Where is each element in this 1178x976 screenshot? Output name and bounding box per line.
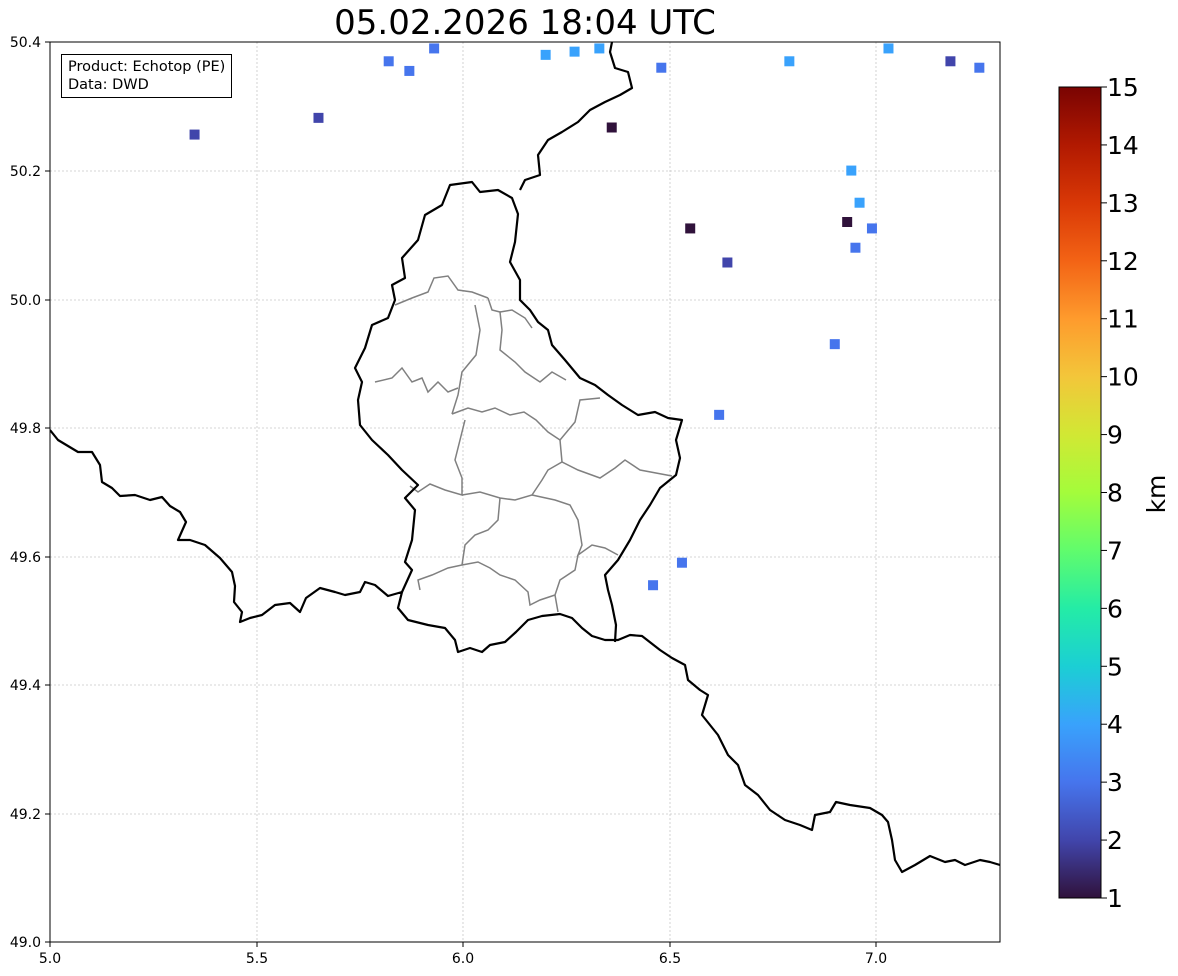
echotop-cell [866,223,877,234]
colorbar-gradient [1058,86,1102,899]
echotop-cell [676,557,687,568]
echotop-cell [569,46,580,57]
echotop-cell [714,409,725,420]
echotop-cell [313,112,324,123]
radar-map: 5.0 5.5 6.0 6.5 7.0 49.0 49.2 49.4 49.6 … [10,35,1171,967]
product-label: Product: Echotop (PE) [68,59,226,75]
y-tick-label: 49.2 [10,807,41,823]
colorbar-unit-label: km [1142,475,1171,514]
x-tick-label: 5.0 [39,951,61,967]
national-borders [50,42,1000,874]
colorbar-tick-label: 15 [1107,73,1139,102]
colorbar-tick-label: 12 [1107,247,1139,276]
luxembourg-canton-borders [374,275,673,613]
colorbar-tick-label: 4 [1107,710,1123,739]
x-tick-label: 6.5 [659,951,681,967]
echotop-cell [784,56,795,67]
colorbar-tick-label: 5 [1107,652,1123,681]
echotop-cell [854,197,865,208]
echotop-cell [606,122,617,133]
echotop-cell [883,43,894,54]
echotop-cell [648,580,659,591]
echotop-cell [594,43,605,54]
echotop-cell [540,49,551,60]
colorbar-tick-label: 9 [1107,421,1123,450]
x-tick-label: 6.0 [452,951,474,967]
echotop-cell [429,43,440,54]
colorbar-tick-label: 10 [1107,363,1139,392]
echotop-cell [974,62,985,73]
x-axis: 5.0 5.5 6.0 6.5 7.0 [39,942,887,967]
y-axis: 49.0 49.2 49.4 49.6 49.8 50.0 50.2 50.4 [10,35,50,951]
colorbar-tick-label: 1 [1107,884,1123,913]
data-source-label: Data: DWD [68,77,149,93]
y-tick-label: 50.4 [10,35,41,51]
echotop-cells [189,43,985,591]
y-tick-label: 50.0 [10,293,41,309]
echotop-cell [189,129,200,140]
colorbar-tick-label: 8 [1107,479,1123,508]
echotop-cell [404,65,415,76]
colorbar-tick-label: 2 [1107,826,1123,855]
y-tick-label: 49.6 [10,550,41,566]
y-tick-label: 49.8 [10,421,41,437]
colorbar: 123456789101112131415 km [1058,73,1171,913]
echotop-cell [945,56,956,67]
x-tick-label: 5.5 [246,951,268,967]
colorbar-tick-label: 13 [1107,189,1139,218]
echotop-cell [383,56,394,67]
colorbar-tick-label: 6 [1107,594,1123,623]
info-box: Product: Echotop (PE) Data: DWD [61,54,233,98]
echotop-cell [656,62,667,73]
echotop-cell [685,223,696,234]
echotop-cell [829,339,840,350]
colorbar-tick-label: 3 [1107,768,1123,797]
x-tick-label: 7.0 [865,951,887,967]
echotop-cell [850,242,861,253]
y-tick-label: 49.0 [10,935,41,951]
colorbar-ticks: 123456789101112131415 [1101,73,1139,913]
y-tick-label: 49.4 [10,678,41,694]
colorbar-tick-label: 14 [1107,131,1139,160]
echotop-cell [846,165,857,176]
echotop-cell [842,217,853,227]
colorbar-tick-label: 7 [1107,536,1123,565]
echotop-cell [722,257,733,268]
y-tick-label: 50.2 [10,164,41,180]
colorbar-tick-label: 11 [1107,305,1139,334]
